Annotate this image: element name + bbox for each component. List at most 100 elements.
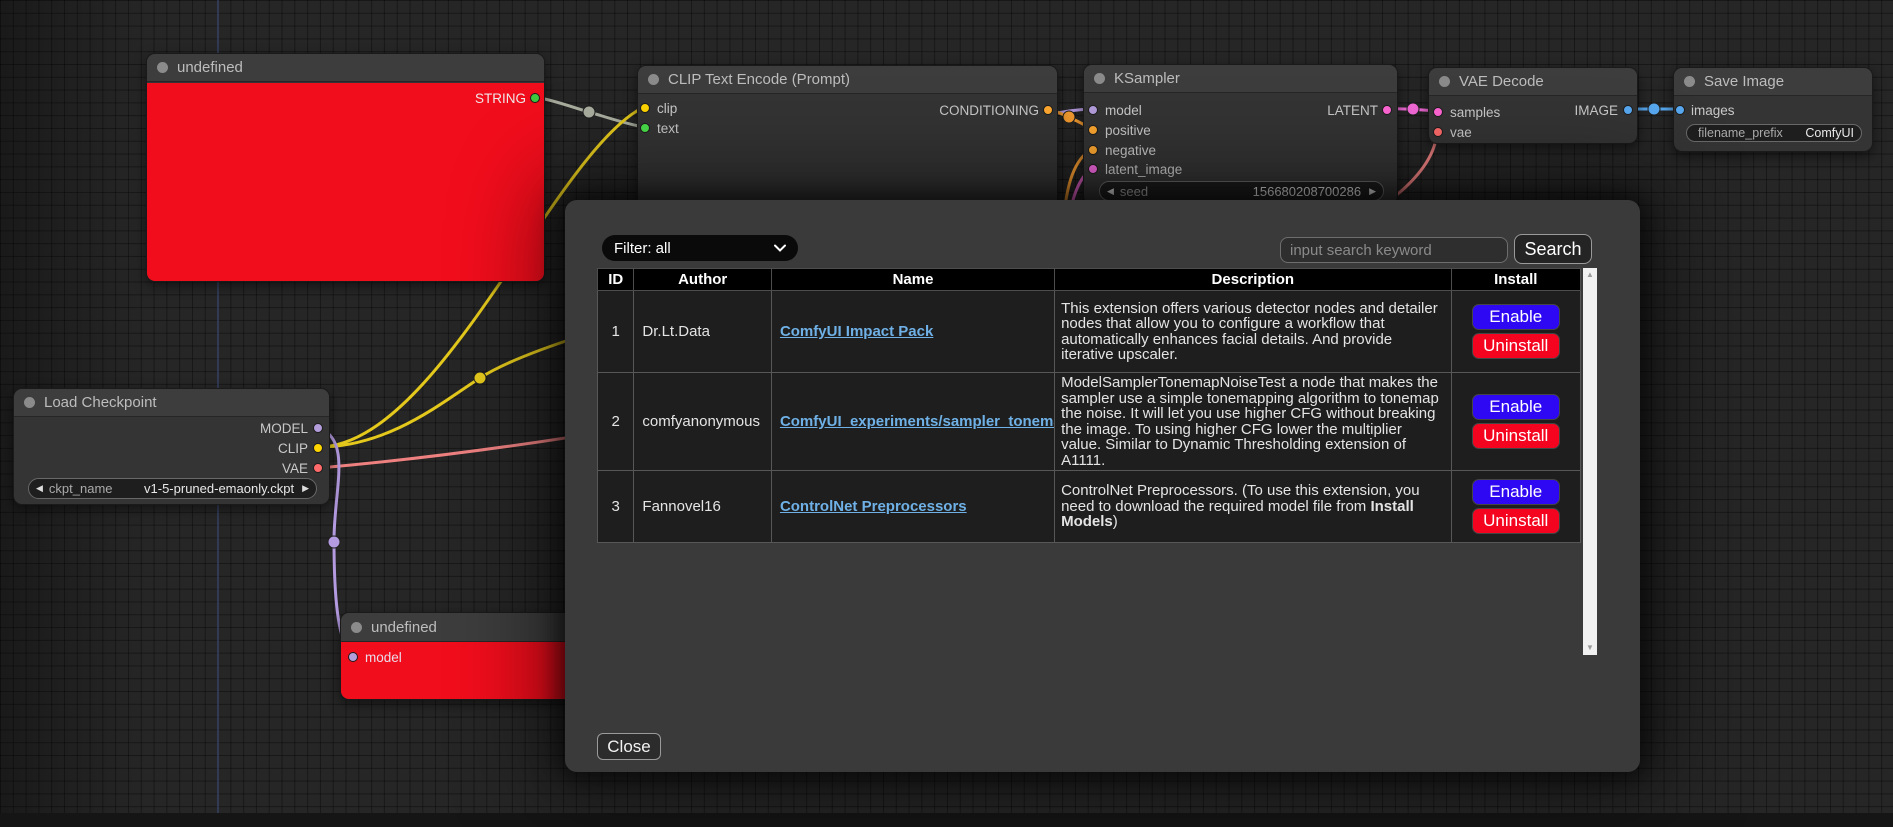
node-title: Load Checkpoint <box>44 394 157 411</box>
input-port-model[interactable] <box>348 652 358 662</box>
node-ksampler[interactable]: KSampler model positive negative latent_… <box>1083 64 1398 205</box>
node-title-bar[interactable]: CLIP Text Encode (Prompt) <box>638 66 1057 94</box>
output-port-model[interactable] <box>313 423 323 433</box>
node-title-bar[interactable]: Load Checkpoint <box>14 389 329 417</box>
input-port-images[interactable] <box>1675 105 1685 115</box>
node-clip-text-encode[interactable]: CLIP Text Encode (Prompt) clip text COND… <box>637 65 1058 210</box>
extension-link[interactable]: ComfyUI Impact Pack <box>780 323 933 340</box>
node-title: KSampler <box>1114 70 1180 87</box>
node-title-bar[interactable]: undefined <box>147 54 544 82</box>
input-port-negative[interactable] <box>1088 145 1098 155</box>
input-label-images: images <box>1691 103 1735 118</box>
node-graph-canvas[interactable]: undefined STRING CLIP Text Encode (Promp… <box>0 0 1893 827</box>
seed-widget-value: 156680208700286 <box>1148 184 1361 199</box>
cell-install: Enable Uninstall <box>1451 471 1580 543</box>
close-button[interactable]: Close <box>597 733 661 760</box>
input-port-samples[interactable] <box>1433 107 1443 117</box>
input-label-model: model <box>365 650 402 665</box>
scroll-down-icon[interactable]: ▼ <box>1586 641 1594 655</box>
input-label-vae: vae <box>1450 125 1472 140</box>
node-vae-decode[interactable]: VAE Decode samples vae IMAGE <box>1428 67 1638 144</box>
enable-button[interactable]: Enable <box>1472 394 1560 420</box>
input-label-latent-image: latent_image <box>1105 162 1182 177</box>
output-port-vae[interactable] <box>313 463 323 473</box>
input-port-text[interactable] <box>640 123 650 133</box>
output-label-conditioning: CONDITIONING <box>939 103 1039 118</box>
output-label-string: STRING <box>475 91 526 106</box>
input-port-latent-image[interactable] <box>1088 164 1098 174</box>
reroute-dot <box>328 536 340 548</box>
ckpt-name-label: ckpt_name <box>49 481 113 496</box>
extension-table-scroll-area: ID Author Name Description Install 1 Dr.… <box>597 268 1597 655</box>
table-row: 1 Dr.Lt.Data ComfyUI Impact Pack This ex… <box>598 291 1581 373</box>
seed-widget[interactable]: ◀ seed 156680208700286 ▶ <box>1099 181 1384 201</box>
collapse-dot-icon <box>157 62 168 73</box>
node-title: Save Image <box>1704 73 1784 90</box>
node-load-checkpoint[interactable]: Load Checkpoint MODEL CLIP VAE ◀ ckpt_na… <box>13 388 330 505</box>
reroute-dot <box>474 372 486 384</box>
cell-description: ModelSamplerTonemapNoiseTest a node that… <box>1055 373 1451 471</box>
scroll-up-icon[interactable]: ▲ <box>1586 268 1594 282</box>
uninstall-button[interactable]: Uninstall <box>1472 423 1560 449</box>
cell-install: Enable Uninstall <box>1451 291 1580 373</box>
header-id: ID <box>598 269 634 291</box>
output-port-image[interactable] <box>1623 105 1633 115</box>
output-port-latent[interactable] <box>1382 105 1392 115</box>
output-label-model: MODEL <box>260 421 308 436</box>
error-node-body <box>147 83 544 281</box>
input-port-positive[interactable] <box>1088 125 1098 135</box>
header-description: Description <box>1055 269 1451 291</box>
input-port-clip[interactable] <box>640 103 650 113</box>
header-name: Name <box>771 269 1054 291</box>
filename-prefix-label: filename_prefix <box>1698 126 1783 140</box>
collapse-dot-icon <box>1439 76 1450 87</box>
input-label-model: model <box>1105 103 1142 118</box>
search-input[interactable] <box>1280 237 1508 263</box>
filename-prefix-value: ComfyUI <box>1783 126 1854 140</box>
node-title-bar[interactable]: KSampler <box>1084 65 1397 93</box>
cell-id: 3 <box>598 471 634 543</box>
header-author: Author <box>634 269 772 291</box>
filter-select[interactable]: Filter: all <box>602 235 798 261</box>
node-title: VAE Decode <box>1459 73 1544 90</box>
collapse-dot-icon <box>648 74 659 85</box>
output-port-clip[interactable] <box>313 443 323 453</box>
output-label-clip: CLIP <box>278 441 308 456</box>
arrow-left-icon[interactable]: ◀ <box>1107 186 1114 197</box>
input-port-model[interactable] <box>1088 105 1098 115</box>
uninstall-button[interactable]: Uninstall <box>1472 333 1560 359</box>
node-title: CLIP Text Encode (Prompt) <box>668 71 850 88</box>
filter-selected-option: Filter: all <box>614 240 671 257</box>
extension-link[interactable]: ControlNet Preprocessors <box>780 498 967 515</box>
ckpt-name-widget[interactable]: ◀ ckpt_name v1-5-pruned-emaonly.ckpt ▶ <box>28 478 317 499</box>
table-scrollbar[interactable]: ▲ ▼ <box>1583 268 1597 655</box>
arrow-right-icon[interactable]: ▶ <box>302 483 309 494</box>
header-install: Install <box>1451 269 1580 291</box>
node-title: undefined <box>177 59 243 76</box>
output-label-latent: LATENT <box>1327 103 1378 118</box>
uninstall-button[interactable]: Uninstall <box>1472 508 1560 534</box>
node-title: undefined <box>371 619 437 636</box>
reroute-dot <box>1407 103 1419 115</box>
node-undefined-top[interactable]: undefined STRING <box>146 53 545 282</box>
cell-id: 1 <box>598 291 634 373</box>
node-save-image[interactable]: Save Image images filename_prefix ComfyU… <box>1673 67 1873 152</box>
node-title-bar[interactable]: Save Image <box>1674 68 1872 96</box>
reroute-dot <box>583 106 595 118</box>
arrow-left-icon[interactable]: ◀ <box>36 483 43 494</box>
table-header-row: ID Author Name Description Install <box>598 269 1581 291</box>
extension-link[interactable]: ComfyUI_experiments/sampler_tonemap <box>780 413 1055 430</box>
arrow-right-icon[interactable]: ▶ <box>1369 186 1376 197</box>
extension-manager-dialog: Filter: all Search ID Author Name Descri… <box>565 200 1640 772</box>
search-button[interactable]: Search <box>1514 234 1592 264</box>
node-title-bar[interactable]: VAE Decode <box>1429 68 1637 96</box>
enable-button[interactable]: Enable <box>1472 304 1560 330</box>
input-port-vae[interactable] <box>1433 127 1443 137</box>
enable-button[interactable]: Enable <box>1472 479 1560 505</box>
output-port-conditioning[interactable] <box>1043 105 1053 115</box>
cell-author: Dr.Lt.Data <box>634 291 772 373</box>
filename-prefix-widget[interactable]: filename_prefix ComfyUI <box>1686 124 1862 142</box>
output-port-string[interactable] <box>530 93 540 103</box>
collapse-dot-icon <box>1684 76 1695 87</box>
output-label-image: IMAGE <box>1574 103 1618 118</box>
